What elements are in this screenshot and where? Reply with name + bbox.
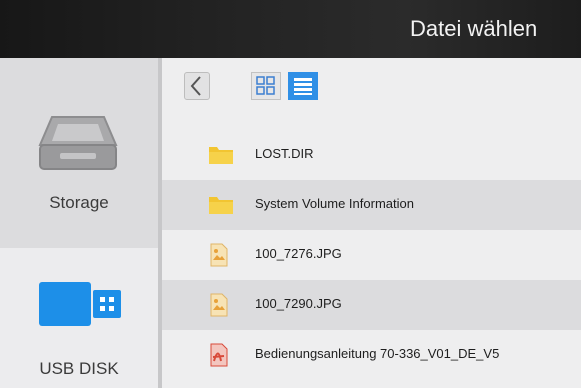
grid-view-icon bbox=[256, 76, 275, 95]
grid-view-button[interactable] bbox=[251, 72, 281, 100]
file-name: 100_7276.JPG bbox=[255, 246, 342, 261]
image-file-icon bbox=[208, 243, 230, 272]
sidebar-item-label: USB DISK bbox=[39, 359, 119, 378]
list-item[interactable]: LOST.DIR bbox=[162, 130, 581, 180]
list-item[interactable]: 100_7276.JPG bbox=[162, 230, 581, 280]
pdf-file-icon bbox=[208, 343, 230, 372]
list-item[interactable]: System Volume Information bbox=[162, 180, 581, 230]
sidebar: Storage USB DISK bbox=[0, 58, 158, 388]
list-item[interactable]: 100_7290.JPG bbox=[162, 280, 581, 330]
chevron-left-icon bbox=[190, 76, 201, 96]
file-name: LOST.DIR bbox=[255, 146, 314, 161]
file-browser: LOST.DIR System Volume Information 100_7… bbox=[162, 58, 581, 388]
list-view-icon bbox=[294, 78, 312, 95]
folder-icon bbox=[208, 143, 234, 170]
back-button[interactable] bbox=[184, 72, 210, 100]
sidebar-item-storage[interactable]: Storage bbox=[0, 58, 158, 248]
sidebar-item-label: Storage bbox=[49, 193, 109, 212]
toolbar bbox=[162, 58, 581, 110]
image-file-icon bbox=[208, 293, 230, 322]
view-toggle bbox=[251, 72, 337, 102]
list-item[interactable]: Bedienungsanleitung 70-336_V01_DE_V5 bbox=[162, 330, 581, 380]
file-name: Bedienungsanleitung 70-336_V01_DE_V5 bbox=[255, 346, 500, 361]
sidebar-item-usb-disk[interactable]: USB DISK bbox=[0, 248, 158, 388]
usb-disk-icon bbox=[39, 282, 121, 331]
file-name: 100_7290.JPG bbox=[255, 296, 342, 311]
storage-icon bbox=[38, 115, 118, 176]
page-title: Datei wählen bbox=[410, 16, 538, 41]
file-name: System Volume Information bbox=[255, 196, 414, 211]
list-view-button[interactable] bbox=[288, 72, 318, 100]
title-bar: Datei wählen bbox=[0, 0, 581, 58]
folder-icon bbox=[208, 193, 234, 220]
